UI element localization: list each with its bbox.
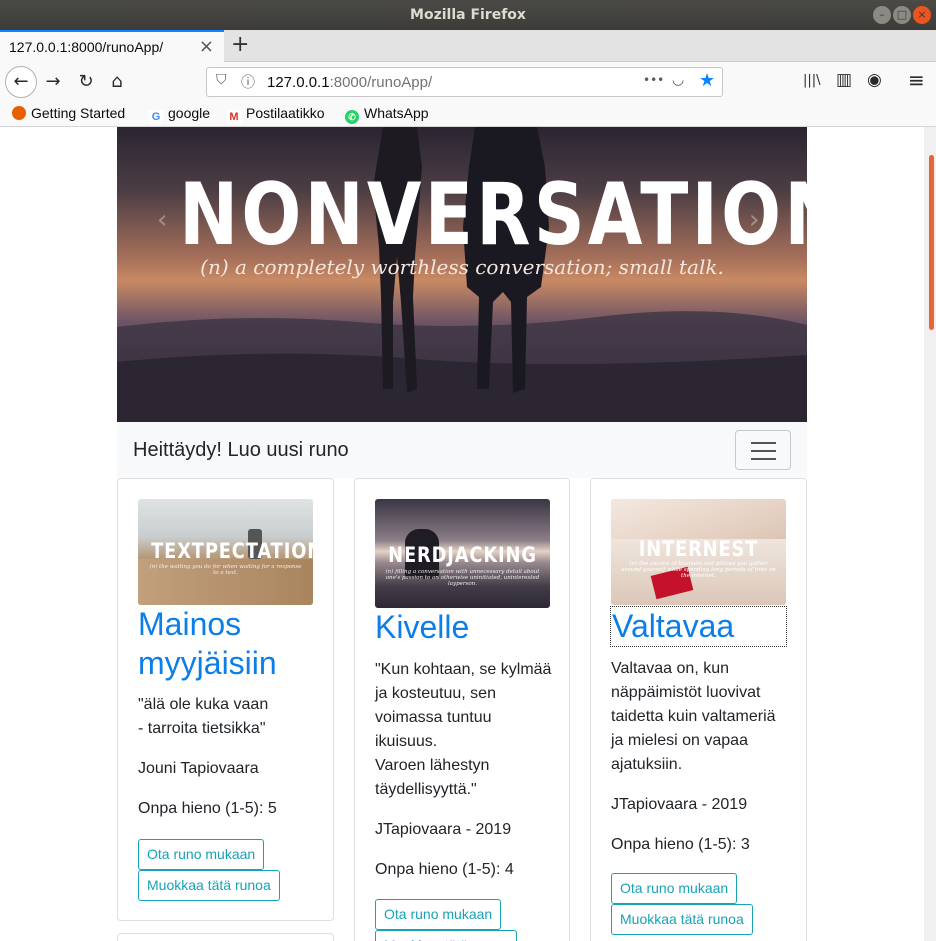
edit-poem-button[interactable]: Muokkaa tätä runoa	[375, 930, 517, 941]
bookmark-postilaatikko[interactable]: M Postilaatikko	[227, 105, 325, 124]
edit-poem-button[interactable]: Muokkaa tätä runoa	[138, 870, 280, 901]
close-window-button[interactable]: ×	[913, 6, 931, 24]
poem-rating: Onpa hieno (1-5): 3	[611, 836, 750, 853]
navbar-toggle-button[interactable]	[735, 430, 791, 470]
bookmark-label: Postilaatikko	[246, 105, 325, 121]
poem-card: NERDJACKING (n) filling a conversation w…	[354, 478, 570, 941]
poem-author: JTapiovaara - 2019	[611, 796, 748, 813]
hamburger-icon-bar	[751, 450, 776, 452]
tab-label: 127.0.0.1:8000/runoApp/	[9, 39, 164, 55]
window-titlebar: Mozilla Firefox – □ ×	[0, 0, 936, 30]
poem-card	[117, 933, 334, 941]
info-icon[interactable]: ⓘ	[241, 72, 255, 92]
poem-card-image-word: INTERNEST	[638, 537, 759, 561]
bookmark-label: Getting Started	[31, 105, 126, 121]
poem-card-image-caption: (n) the cocoon of blankets and pillows y…	[621, 561, 776, 579]
page-viewport: ‹ › NONVERSATION (n) a completely worthl…	[0, 127, 936, 941]
poem-card: TEXTPECTATION (n) the waiting you do for…	[117, 478, 334, 921]
forward-button[interactable]: →	[38, 67, 68, 97]
url-bar[interactable]: ⛉ ⓘ 127.0.0.1:8000/runoApp/ ••• ◡ ★	[206, 67, 723, 97]
poem-card-image: INTERNEST (n) the cocoon of blankets and…	[611, 499, 786, 605]
hero-word: NONVERSATION	[179, 165, 807, 265]
navbar-brand[interactable]: Heittäydy! Luo uusi runo	[133, 439, 349, 462]
url-path: :8000/runoApp/	[329, 74, 433, 91]
scrollbar-thumb[interactable]	[929, 155, 934, 330]
new-tab-button[interactable]: +	[231, 32, 249, 57]
hamburger-icon	[751, 442, 776, 444]
sidebar-icon[interactable]: ▥	[836, 70, 852, 90]
pocket-icon[interactable]: ◡	[672, 72, 684, 88]
page-scrollbar[interactable]	[924, 127, 936, 941]
take-poem-button[interactable]: Ota runo mukaan	[611, 873, 738, 904]
poem-title[interactable]: Kivelle	[375, 608, 555, 647]
poem-title[interactable]: Mainos myyjäisiin	[138, 605, 318, 683]
poem-text: Valtavaa on, kun näppäimistöt luovivat t…	[611, 660, 776, 773]
poem-text: "älä ole kuka vaan - tarroita tietsikka"	[138, 696, 269, 737]
url-host: 127.0.0.1	[267, 74, 330, 91]
carousel-prev-icon[interactable]: ‹	[157, 205, 167, 235]
tab-strip: 127.0.0.1:8000/runoApp/ × +	[0, 30, 936, 62]
whatsapp-icon: ✆	[345, 110, 359, 124]
library-icon[interactable]: |||\	[803, 73, 821, 88]
bookmark-label: google	[168, 105, 211, 121]
poem-author: JTapiovaara - 2019	[375, 821, 512, 838]
hero-definition: (n) a completely worthless conversation;…	[200, 255, 724, 279]
poem-title[interactable]: Valtavaa	[610, 606, 787, 647]
hamburger-menu-icon[interactable]: ≡	[908, 68, 925, 92]
take-poem-button[interactable]: Ota runo mukaan	[138, 839, 265, 870]
bookmarks-toolbar: Getting Started Ggoogle M Postilaatikko ✆…	[0, 102, 936, 127]
poem-rating: Onpa hieno (1-5): 5	[138, 800, 277, 817]
hero-banner: ‹ › NONVERSATION (n) a completely worthl…	[117, 127, 807, 422]
bookmark-getting-started[interactable]: Getting Started	[12, 105, 125, 121]
hamburger-icon-bar	[751, 458, 776, 460]
window-title: Mozilla Firefox	[410, 7, 526, 23]
firefox-icon	[12, 106, 26, 120]
app-navbar: Heittäydy! Luo uusi runo	[117, 422, 807, 478]
poem-rating: Onpa hieno (1-5): 4	[375, 861, 514, 878]
poem-card-image: NERDJACKING (n) filling a conversation w…	[375, 499, 550, 608]
gmail-icon: M	[227, 110, 241, 124]
minimize-button[interactable]: –	[873, 6, 891, 24]
maximize-button[interactable]: □	[893, 6, 911, 24]
poem-card-image-caption: (n) filling a conversation with unnecess…	[385, 569, 540, 587]
poem-card: INTERNEST (n) the cocoon of blankets and…	[590, 478, 807, 941]
reload-button[interactable]: ↻	[71, 67, 101, 97]
google-icon: G	[149, 110, 163, 124]
shield-icon[interactable]: ⛉	[216, 72, 227, 88]
poem-card-image-word: TEXTPECTATION	[151, 539, 313, 563]
take-poem-button[interactable]: Ota runo mukaan	[375, 899, 502, 930]
poem-author: Jouni Tapiovaara	[138, 760, 259, 777]
home-button[interactable]: ⌂	[102, 67, 132, 97]
back-button[interactable]: ←	[5, 66, 37, 98]
bookmark-star-icon[interactable]: ★	[699, 70, 715, 91]
poem-card-image-word: NERDJACKING	[388, 543, 537, 567]
poem-card-image-caption: (n) the waiting you do for when waiting …	[149, 564, 302, 576]
bookmark-google[interactable]: Ggoogle	[149, 105, 210, 124]
poem-text: "Kun kohtaan, se kylmää ja kosteutuu, se…	[375, 661, 552, 798]
close-tab-icon[interactable]: ×	[199, 36, 214, 57]
poem-card-image: TEXTPECTATION (n) the waiting you do for…	[138, 499, 313, 605]
page-actions-icon[interactable]: •••	[643, 73, 664, 87]
bookmark-label: WhatsApp	[364, 105, 429, 121]
bookmark-whatsapp[interactable]: ✆ WhatsApp	[345, 105, 429, 124]
tab-runoapp[interactable]: 127.0.0.1:8000/runoApp/ ×	[0, 30, 224, 62]
url-text[interactable]: 127.0.0.1:8000/runoApp/	[267, 74, 432, 91]
edit-poem-button[interactable]: Muokkaa tätä runoa	[611, 904, 753, 935]
account-icon[interactable]: ◉	[867, 70, 882, 90]
navigation-toolbar: ← → ↻ ⌂ ⛉ ⓘ 127.0.0.1:8000/runoApp/ ••• …	[0, 62, 936, 102]
